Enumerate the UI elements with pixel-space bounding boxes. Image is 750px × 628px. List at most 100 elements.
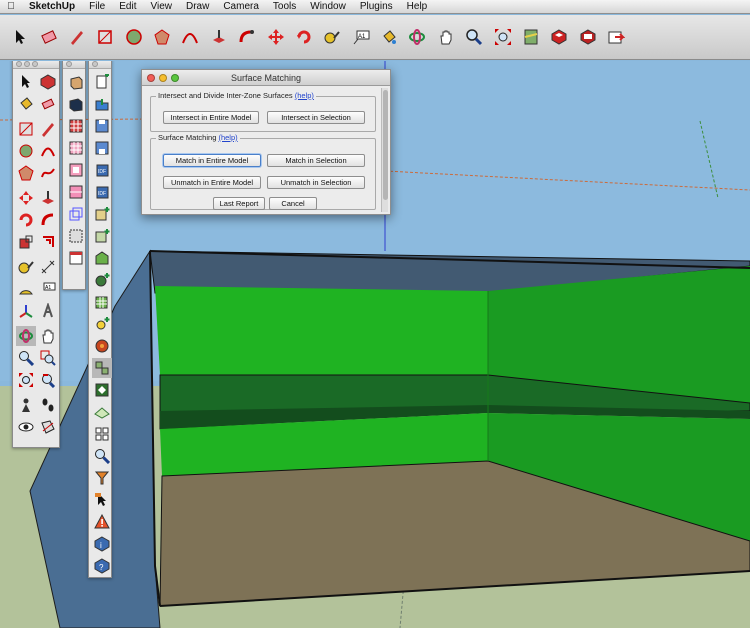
intersect-help-link[interactable]: (help) bbox=[295, 91, 314, 100]
menu-edit[interactable]: Edit bbox=[112, 1, 143, 12]
dialog-scrollbar[interactable] bbox=[381, 88, 388, 212]
subsurface-pink-icon[interactable] bbox=[66, 160, 86, 180]
push-pull-icon[interactable] bbox=[208, 26, 230, 48]
illuminance-icon[interactable] bbox=[92, 336, 112, 356]
interior-partition-icon[interactable] bbox=[66, 226, 86, 246]
import-idf-icon[interactable]: IDF bbox=[92, 160, 112, 180]
help-icon[interactable]: ? bbox=[92, 556, 112, 576]
map-icon[interactable] bbox=[520, 26, 542, 48]
thermal-zone-icon[interactable] bbox=[66, 94, 86, 114]
rotate-icon[interactable] bbox=[293, 26, 315, 48]
tape-measure-icon[interactable] bbox=[321, 26, 343, 48]
dimension-tool-icon[interactable] bbox=[38, 257, 58, 277]
zoom-window-tool-icon[interactable] bbox=[38, 348, 58, 368]
follow-me-icon[interactable] bbox=[236, 26, 258, 48]
export-icon[interactable] bbox=[605, 26, 627, 48]
unmatch-entire-model-button[interactable]: Unmatch in Entire Model bbox=[163, 176, 261, 189]
export-idf-icon[interactable]: IDF bbox=[92, 182, 112, 202]
surface-red-grid-icon[interactable] bbox=[66, 116, 86, 136]
zoom-tool-icon[interactable] bbox=[16, 348, 36, 368]
text-tool-icon[interactable]: A1 bbox=[38, 279, 58, 299]
palette-titlebar[interactable] bbox=[89, 61, 111, 69]
pan-tool-icon[interactable] bbox=[38, 326, 58, 346]
new-shading-icon[interactable] bbox=[92, 226, 112, 246]
menu-tools[interactable]: Tools bbox=[266, 1, 303, 12]
polygon-tool-icon[interactable] bbox=[16, 163, 36, 183]
walk-tool-icon[interactable] bbox=[38, 395, 58, 415]
apply-constructions-icon[interactable] bbox=[92, 380, 112, 400]
set-attributes-icon[interactable] bbox=[92, 402, 112, 422]
filter-icon[interactable] bbox=[92, 468, 112, 488]
pan-hand-icon[interactable] bbox=[435, 26, 457, 48]
dialog-titlebar[interactable]: Surface Matching bbox=[142, 70, 390, 86]
make-component-icon[interactable] bbox=[38, 72, 58, 92]
arc-icon[interactable] bbox=[179, 26, 201, 48]
surface-grid-icon[interactable] bbox=[92, 292, 112, 312]
section-plane-tool-icon[interactable] bbox=[38, 417, 58, 437]
circle-tool-icon[interactable] bbox=[16, 141, 36, 161]
pick-cursor-icon[interactable] bbox=[92, 490, 112, 510]
new-detached-shading-icon[interactable] bbox=[92, 270, 112, 290]
search-icon[interactable] bbox=[92, 446, 112, 466]
line-tool-icon[interactable] bbox=[38, 119, 58, 139]
previous-view-tool-icon[interactable] bbox=[38, 370, 58, 390]
shading-pink-icon[interactable] bbox=[66, 182, 86, 202]
daylighting-icon[interactable] bbox=[92, 314, 112, 334]
menu-draw[interactable]: Draw bbox=[179, 1, 216, 12]
apple-menu-icon[interactable]:  bbox=[0, 1, 22, 12]
warning-icon[interactable] bbox=[92, 512, 112, 532]
text-label-icon[interactable]: A1 bbox=[350, 26, 372, 48]
freehand-tool-icon[interactable] bbox=[38, 163, 58, 183]
intersect-entire-model-button[interactable]: Intersect in Entire Model bbox=[163, 111, 259, 124]
new-file-icon[interactable] bbox=[92, 72, 112, 92]
follow-me-tool-icon[interactable] bbox=[38, 210, 58, 230]
zoom-window-button[interactable] bbox=[171, 74, 179, 82]
save-as-icon[interactable] bbox=[92, 138, 112, 158]
rectangle-icon[interactable] bbox=[94, 26, 116, 48]
render-mode-icon[interactable] bbox=[92, 424, 112, 444]
offset-tool-icon[interactable] bbox=[38, 232, 58, 252]
save-file-icon[interactable] bbox=[92, 116, 112, 136]
pencil-icon[interactable] bbox=[66, 26, 88, 48]
menu-help[interactable]: Help bbox=[400, 1, 435, 12]
move-icon[interactable] bbox=[265, 26, 287, 48]
rotate-tool-icon[interactable] bbox=[16, 210, 36, 230]
look-around-tool-icon[interactable] bbox=[16, 417, 36, 437]
palette-titlebar[interactable] bbox=[63, 61, 85, 69]
paint-bucket-icon[interactable] bbox=[378, 26, 400, 48]
position-camera-tool-icon[interactable] bbox=[16, 395, 36, 415]
push-pull-tool-icon[interactable] bbox=[38, 188, 58, 208]
surface-matching-icon[interactable] bbox=[92, 358, 112, 378]
calendar-icon[interactable] bbox=[66, 248, 86, 268]
zoom-extents-tool-icon[interactable] bbox=[16, 370, 36, 390]
open-file-icon[interactable] bbox=[92, 94, 112, 114]
axes-tool-icon[interactable] bbox=[16, 301, 36, 321]
eraser-icon[interactable] bbox=[38, 26, 60, 48]
zoom-icon[interactable] bbox=[463, 26, 485, 48]
select-tool-icon[interactable] bbox=[16, 72, 36, 92]
menu-camera[interactable]: Camera bbox=[216, 1, 266, 12]
circle-icon[interactable] bbox=[123, 26, 145, 48]
scale-tool-icon[interactable] bbox=[16, 232, 36, 252]
new-zone-icon[interactable] bbox=[92, 248, 112, 268]
arc-tool-icon[interactable] bbox=[38, 141, 58, 161]
space-box-icon[interactable] bbox=[66, 72, 86, 92]
cancel-button[interactable]: Cancel bbox=[269, 197, 317, 210]
protractor-tool-icon[interactable] bbox=[16, 279, 36, 299]
tape-measure-tool-icon[interactable] bbox=[16, 257, 36, 277]
polygon-icon[interactable] bbox=[151, 26, 173, 48]
eraser-tool-icon[interactable] bbox=[38, 94, 58, 114]
surface-pink-grid-icon[interactable] bbox=[66, 138, 86, 158]
info-icon[interactable]: i bbox=[92, 534, 112, 554]
menu-file[interactable]: File bbox=[82, 1, 112, 12]
menu-view[interactable]: View bbox=[143, 1, 179, 12]
select-arrow-icon[interactable] bbox=[9, 26, 31, 48]
match-selection-button[interactable]: Match in Selection bbox=[267, 154, 365, 167]
unmatch-selection-button[interactable]: Unmatch in Selection bbox=[267, 176, 365, 189]
match-entire-model-button[interactable]: Match in Entire Model bbox=[163, 154, 261, 167]
component-icon-1[interactable] bbox=[548, 26, 570, 48]
wireframe-cube-icon[interactable] bbox=[66, 204, 86, 224]
palette-titlebar[interactable] bbox=[13, 61, 59, 69]
last-report-button[interactable]: Last Report bbox=[213, 197, 265, 210]
orbit-tool-icon[interactable] bbox=[16, 326, 36, 346]
